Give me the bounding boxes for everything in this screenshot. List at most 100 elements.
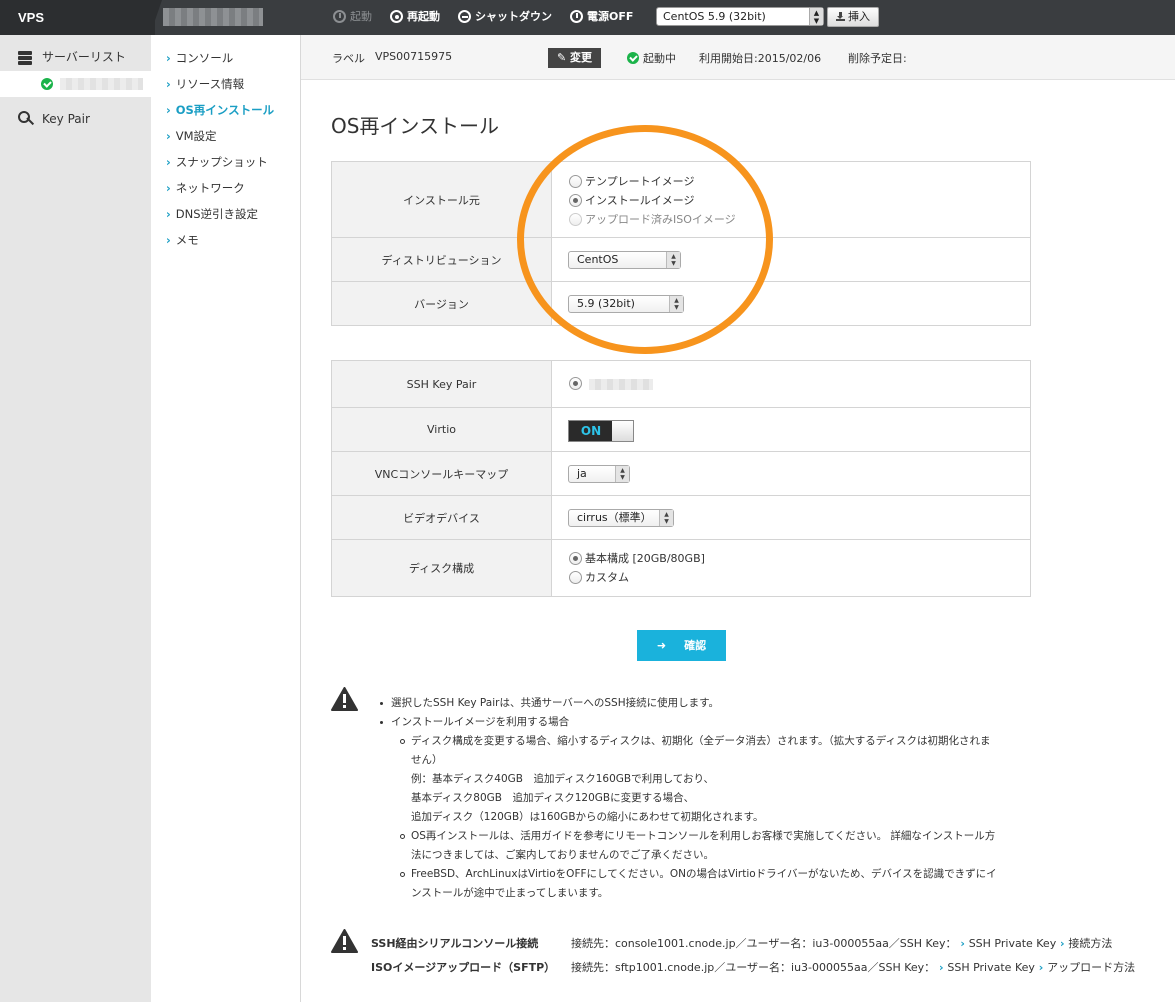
submenu-label: コンソール: [175, 51, 234, 65]
note-subitem-continued: 基本ディスク80GB 追加ディスク120GBに変更する場合、: [411, 792, 695, 804]
submenu-network[interactable]: › ネットワーク: [166, 181, 245, 195]
iso-upload-destination: 接続先：sftp1001.cnode.jp／ユーザー名：iu3-000055aa…: [571, 959, 1135, 975]
video-device-row: ビデオデバイス cirrus（標準） ▲ ▼: [332, 496, 1030, 540]
disk-config-row: ディスク構成 基本構成 [20GB/80GB] カスタム: [332, 540, 1030, 596]
ssh-serial-dest-text: 接続先：console1001.cnode.jp／ユーザー名：iu3-00005…: [571, 937, 957, 950]
submenu-memo[interactable]: › メモ: [166, 233, 199, 247]
chevron-right-icon: ›: [956, 937, 969, 950]
restart-icon: [390, 10, 403, 23]
notes-list: 選択したSSH Key Pairは、共通サーバーへのSSH接続に使用します。 イ…: [370, 694, 1040, 903]
virtio-toggle[interactable]: ON: [568, 420, 634, 442]
vm-settings-table: SSH Key Pair Virtio ON VNCコンソールキーマップ ja ▲…: [331, 360, 1031, 597]
power-off-button[interactable]: 電源OFF: [570, 9, 633, 25]
version-label: バージョン: [332, 282, 552, 325]
pencil-icon: ✎: [556, 51, 571, 64]
restart-label: 再起動: [407, 10, 440, 23]
sidebar-server-list-label: サーバーリスト: [42, 50, 126, 64]
shutdown-button[interactable]: シャットダウン: [458, 9, 552, 25]
video-device-value: cirrus（標準）: [577, 511, 652, 524]
submenu-snapshot[interactable]: › スナップショット: [166, 155, 268, 169]
toggle-on-label: ON: [569, 421, 613, 441]
connection-method-link[interactable]: 接続方法: [1068, 937, 1112, 950]
iso-upload-dest-text: 接続先：sftp1001.cnode.jp／ユーザー名：iu3-000055aa…: [571, 961, 936, 974]
delete-date: 削除予定日:: [848, 52, 907, 65]
check-circle-icon: [41, 78, 53, 90]
ssh-serial-label: SSH経由シリアルコンソール接続: [371, 937, 539, 950]
submenu-os-reinstall[interactable]: › OS再インストール: [166, 103, 274, 117]
warning-icon: [331, 687, 358, 711]
power-icon: [333, 10, 346, 23]
radio-selected-icon: [569, 377, 582, 390]
note-subitem: FreeBSD、ArchLinuxはVirtioをOFFにしてください。ONの場…: [370, 865, 1040, 884]
chevron-right-icon: ›: [166, 233, 171, 247]
shutdown-icon: [458, 10, 471, 23]
submenu-label: メモ: [175, 233, 199, 247]
restart-button[interactable]: 再起動: [390, 9, 440, 25]
start-button[interactable]: 起動: [333, 9, 372, 25]
server-icon: [18, 51, 32, 65]
brand-logo: VPS: [0, 0, 155, 35]
virtio-row: Virtio ON: [332, 408, 1030, 452]
submenu-label: DNS逆引き設定: [175, 207, 259, 221]
insert-button[interactable]: 挿入: [827, 7, 879, 27]
label-key: ラベル: [332, 52, 365, 65]
server-info-bar: ラベル VPS00715975 ✎ 変更 起動中 利用開始日:2015/02/0…: [301, 35, 1175, 80]
warning-icon: [331, 929, 358, 953]
note-subitem: OS再インストールは、活用ガイドを参考にリモートコンソールを利用しお客様で実施し…: [370, 827, 1040, 846]
arrow-right-icon: ➜: [656, 639, 667, 652]
radio-ssh-key[interactable]: [569, 377, 585, 391]
chevron-right-icon: ›: [935, 961, 948, 974]
note-subitem-continued: 追加ディスク（120GB）は160GBからの縮小にあわせて初期化されます。: [411, 811, 764, 823]
sidebar: サーバーリスト Key Pair: [0, 35, 151, 1002]
power-off-label: 電源OFF: [587, 10, 634, 23]
note-subitem-continued: 例：基本ディスク40GB 追加ディスク160GBで利用しており、: [411, 773, 715, 785]
submenu-label: ネットワーク: [175, 181, 245, 195]
power-off-icon: [570, 10, 583, 23]
vnc-keymap-select[interactable]: ja ▲ ▼: [568, 465, 630, 483]
note-subitem: ディスク構成を変更する場合、縮小するディスクは、初期化（全データ消去）されます。…: [370, 732, 1040, 751]
submenu-label: OS再インストール: [175, 103, 275, 117]
chevron-right-icon: ›: [166, 155, 171, 169]
ssh-private-key-link[interactable]: SSH Private Key: [969, 937, 1057, 950]
video-device-select[interactable]: cirrus（標準） ▲ ▼: [568, 509, 674, 527]
upload-method-link[interactable]: アップロード方法: [1047, 961, 1135, 974]
chevron-right-icon: ›: [1034, 961, 1048, 974]
disk-config-label: ディスク構成: [332, 540, 552, 596]
radio-disk-basic[interactable]: 基本構成 [20GB/80GB]: [569, 552, 705, 566]
vnc-keymap-label: VNCコンソールキーマップ: [332, 452, 552, 495]
key-icon: [18, 111, 34, 127]
edit-label-button[interactable]: ✎ 変更: [548, 48, 601, 68]
label-value: VPS00715975: [375, 50, 453, 63]
top-bar: VPS 起動 再起動 シャットダウン 電源OFF CentOS 5.9 (32b…: [0, 0, 1175, 35]
chevron-right-icon: ›: [166, 207, 171, 221]
submenu-reverse-dns[interactable]: › DNS逆引き設定: [166, 207, 258, 221]
select-arrows-icon: ▲ ▼: [615, 466, 629, 482]
edit-label: 変更: [570, 51, 593, 64]
confirm-button[interactable]: ➜ 確認: [637, 630, 726, 661]
page-title: OS再インストール: [331, 114, 500, 138]
chevron-right-icon: ›: [166, 181, 171, 195]
chevron-right-icon: ›: [166, 103, 171, 117]
sidebar-item-server-list[interactable]: サーバーリスト: [0, 43, 151, 71]
ssh-private-key-link[interactable]: SSH Private Key: [947, 961, 1035, 974]
insert-label: 挿入: [848, 10, 870, 23]
status-badge: 起動中: [643, 52, 676, 65]
note-item: インストールイメージを利用する場合: [370, 713, 1040, 732]
submenu-resource-info[interactable]: › リソース情報: [166, 77, 244, 91]
chevron-right-icon: ›: [166, 129, 171, 143]
sidebar-item-active-server[interactable]: [0, 71, 151, 97]
start-label: 起動: [350, 10, 372, 23]
submenu-vm-settings[interactable]: › VM設定: [166, 129, 217, 143]
os-image-select[interactable]: CentOS 5.9 (32bit) ▲ ▼: [656, 7, 824, 26]
submenu-console[interactable]: › コンソール: [166, 51, 233, 65]
radio-disk-custom[interactable]: カスタム: [569, 571, 629, 585]
vnc-keymap-value: ja: [577, 467, 587, 480]
radio-label: 基本構成 [20GB/80GB]: [585, 552, 705, 565]
download-icon: [836, 12, 845, 21]
radio-icon: [569, 571, 582, 584]
check-circle-icon: [627, 52, 639, 64]
note-item: 選択したSSH Key Pairは、共通サーバーへのSSH接続に使用します。: [370, 694, 1040, 713]
sidebar-item-key-pair[interactable]: Key Pair: [0, 105, 151, 133]
submenu-label: スナップショット: [175, 155, 268, 169]
submenu-label: VM設定: [175, 129, 217, 143]
